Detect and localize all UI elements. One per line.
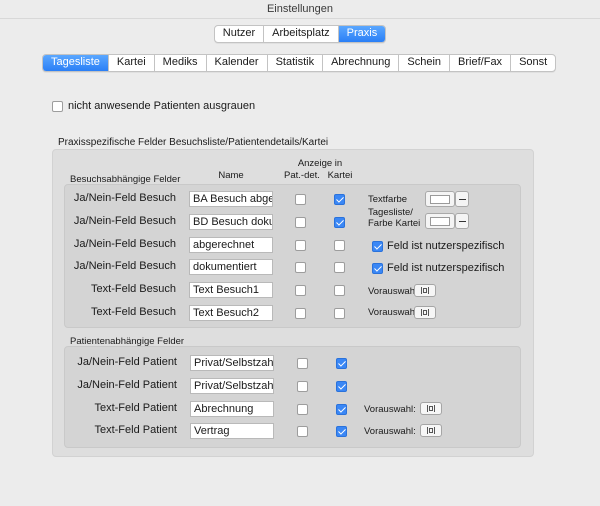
tab-kartei[interactable]: Kartei — [109, 55, 155, 71]
user-specific-label-2: Feld ist nutzerspezifisch — [387, 262, 505, 274]
visit-row-label: Ja/Nein-Feld Besuch — [73, 237, 176, 250]
segment-nutzer[interactable]: Nutzer — [215, 26, 265, 42]
title-divider — [0, 18, 600, 19]
header-name: Name — [218, 170, 244, 181]
visit-name-field[interactable]: Text Besuch1 — [189, 282, 273, 299]
visit-row-label: Ja/Nein-Feld Besuch — [73, 192, 176, 204]
visit-name-field[interactable]: BD Besuch dokum — [189, 213, 273, 230]
visit-kartei-checkbox[interactable] — [334, 308, 345, 319]
visit-row-label: Text-Feld Besuch — [91, 306, 176, 318]
visit-kartei-checkbox[interactable] — [334, 262, 345, 274]
visit-row-label: Text-Feld Besuch — [91, 283, 176, 296]
patient-kartei-checkbox[interactable] — [336, 426, 347, 438]
segment-arbeitsplatz[interactable]: Arbeitsplatz — [264, 26, 339, 42]
patient-pat-det-checkbox[interactable] — [297, 426, 308, 438]
tab-kalender[interactable]: Kalender — [207, 55, 268, 71]
visit-row-label: Ja/Nein-Feld Besuch — [73, 214, 176, 227]
kartei-color-clear-button[interactable] — [455, 213, 469, 229]
list-picker-icon — [423, 288, 427, 293]
preselect-button-patient-1[interactable] — [420, 402, 442, 415]
patient-name-field[interactable]: Privat/Selbstzahl — [190, 377, 274, 394]
minus-icon — [458, 220, 466, 222]
patient-kartei-checkbox[interactable] — [336, 380, 347, 392]
settings-tabs: Tagesliste Kartei Mediks Kalender Statis… — [42, 54, 557, 72]
grey-out-checkbox[interactable] — [52, 100, 63, 112]
user-specific-option-1[interactable]: Feld ist nutzerspezifisch — [372, 240, 504, 252]
patient-row-label: Ja/Nein-Feld Patient — [77, 378, 177, 391]
user-specific-checkbox-1[interactable] — [372, 240, 383, 252]
visit-name-field[interactable]: dokumentiert — [189, 259, 273, 276]
tagesliste-farbe-label-2: Farbe Kartei — [368, 218, 421, 229]
textfarbe-label: Textfarbe — [368, 194, 408, 205]
tab-brief-fax[interactable]: Brief/Fax — [450, 55, 512, 71]
text-color-clear-button[interactable] — [455, 191, 469, 207]
grey-out-label: nicht anwesende Patienten ausgrauen — [68, 100, 256, 112]
tab-schein[interactable]: Schein — [399, 55, 451, 71]
visit-pat-det-checkbox[interactable] — [295, 239, 306, 251]
visit-name-field[interactable]: abgerechnet — [189, 236, 273, 253]
tagesliste-farbe-label-1: Tagesliste/ — [368, 207, 413, 218]
visit-row-label: Ja/Nein-Feld Besuch — [73, 260, 176, 273]
list-picker-icon — [429, 406, 433, 411]
header-anzeige: Anzeige in — [297, 158, 343, 169]
preselect-label-visit-1: Vorauswahl: — [368, 286, 420, 297]
visit-pat-det-checkbox[interactable] — [295, 194, 306, 205]
preselect-button-visit-1[interactable] — [414, 284, 436, 297]
tab-mediks[interactable]: Mediks — [155, 55, 207, 71]
tab-statistik[interactable]: Statistik — [268, 55, 324, 71]
preselect-button-visit-2[interactable] — [414, 306, 436, 319]
list-picker-icon — [429, 428, 433, 433]
preselect-label-patient-2: Vorauswahl: — [364, 426, 416, 437]
visit-kartei-checkbox[interactable] — [334, 216, 345, 228]
patient-pat-det-checkbox[interactable] — [297, 358, 308, 369]
text-color-well[interactable] — [425, 191, 455, 207]
patient-row-label: Text-Feld Patient — [94, 424, 177, 437]
patient-pat-det-checkbox[interactable] — [297, 403, 308, 415]
grey-out-option[interactable]: nicht anwesende Patienten ausgrauen — [52, 100, 255, 112]
visit-pat-det-checkbox[interactable] — [295, 262, 306, 274]
minus-icon — [458, 198, 466, 200]
visit-name-field[interactable]: Text Besuch2 — [189, 305, 273, 321]
list-picker-icon — [423, 310, 427, 315]
window-title: Einstellungen — [266, 3, 334, 15]
preselect-label-visit-2: Vorauswahl: — [368, 307, 420, 318]
segment-praxis[interactable]: Praxis — [338, 26, 386, 42]
visit-kartei-checkbox[interactable] — [334, 194, 345, 205]
preselect-button-patient-2[interactable] — [420, 424, 442, 437]
user-specific-label-1: Feld ist nutzerspezifisch — [387, 240, 505, 252]
visit-pat-det-checkbox[interactable] — [295, 308, 306, 319]
header-kartei: Kartei — [327, 170, 353, 181]
kartei-color-well[interactable] — [425, 213, 455, 229]
patient-row-label: Text-Feld Patient — [94, 401, 177, 414]
tab-sonst[interactable]: Sonst — [511, 55, 555, 71]
visit-kartei-checkbox[interactable] — [334, 285, 345, 297]
patient-kartei-checkbox[interactable] — [336, 403, 347, 415]
patient-row-label: Ja/Nein-Feld Patient — [77, 356, 177, 368]
tab-tagesliste[interactable]: Tagesliste — [43, 55, 109, 71]
tab-abrechnung[interactable]: Abrechnung — [323, 55, 400, 71]
user-specific-option-2[interactable]: Feld ist nutzerspezifisch — [372, 262, 504, 274]
patient-name-field[interactable]: Privat/Selbstzahl — [190, 355, 274, 371]
visit-pat-det-checkbox[interactable] — [295, 216, 306, 228]
patient-pat-det-checkbox[interactable] — [297, 380, 308, 392]
visit-name-field[interactable]: BA Besuch abger — [189, 191, 273, 207]
category-segmented-control: Nutzer Arbeitsplatz Praxis — [0, 25, 600, 43]
patient-name-field[interactable]: Abrechnung — [190, 400, 274, 417]
visit-pat-det-checkbox[interactable] — [295, 285, 306, 297]
section-title: Praxisspezifische Felder Besuchsliste/Pa… — [58, 137, 329, 148]
patient-kartei-checkbox[interactable] — [336, 358, 347, 369]
header-pat-det: Pat.-det. — [284, 170, 320, 181]
preselect-label-patient-1: Vorauswahl: — [364, 404, 416, 415]
user-specific-checkbox-2[interactable] — [372, 262, 383, 274]
patient-name-field[interactable]: Vertrag — [190, 423, 274, 440]
visit-kartei-checkbox[interactable] — [334, 239, 345, 251]
